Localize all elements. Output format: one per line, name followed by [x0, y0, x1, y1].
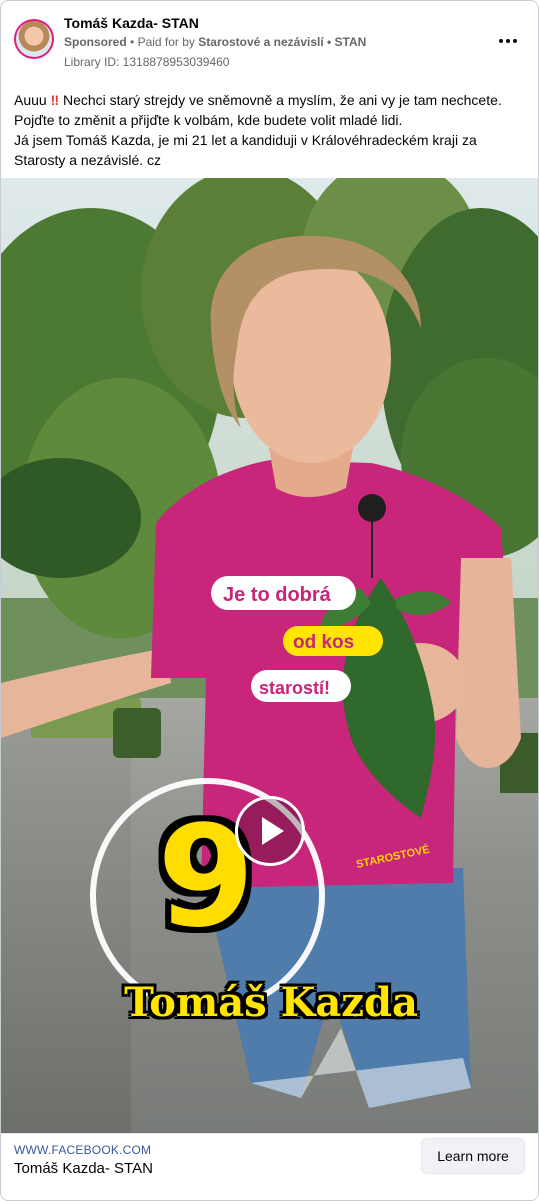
- meta-separator: •: [130, 35, 135, 49]
- sponsored-meta: Sponsored • Paid for by Starostové a nez…: [64, 35, 366, 49]
- payer-name[interactable]: Starostové a nezávislí • STAN: [198, 35, 366, 49]
- sponsored-label: Sponsored: [64, 35, 127, 49]
- ad-header: Tomáš Kazda- STAN Sponsored • Paid for b…: [1, 1, 538, 79]
- paid-for-by-label: Paid for by: [137, 35, 195, 49]
- shirt-text-1: Je to dobrá: [223, 584, 332, 606]
- post-line-3: Já jsem Tomáš Kazda, je mi 21 let a kand…: [14, 132, 477, 148]
- play-icon[interactable]: [235, 796, 305, 866]
- shirt-text-3: starostí!: [259, 678, 330, 698]
- page-name[interactable]: Tomáš Kazda- STAN: [64, 15, 199, 31]
- link-title: Tomáš Kazda- STAN: [14, 1160, 153, 1177]
- post-line-1: Auuu ‼ Nechci starý strejdy ve sněmovně …: [14, 92, 502, 108]
- shirt-text-2: od kos: [293, 632, 354, 653]
- library-id: Library ID: 1318878953039460: [64, 55, 230, 69]
- double-exclamation-icon: ‼: [50, 92, 60, 108]
- avatar[interactable]: [14, 19, 54, 59]
- post-line-4: Starosty a nezávislé. cz: [14, 152, 162, 168]
- video-caption-name: Tomáš Kazda: [124, 979, 418, 1026]
- learn-more-button[interactable]: Learn more: [421, 1138, 525, 1174]
- post-line-2: Pojďte to změnit a přijďte k volbám, kde…: [14, 112, 403, 128]
- video-thumbnail[interactable]: Je to dobrá od kos starostí! STAROSTOVÉ …: [1, 178, 538, 1133]
- more-options-icon[interactable]: [496, 29, 520, 53]
- link-domain: WWW.FACEBOOK.COM: [14, 1143, 152, 1157]
- link-footer[interactable]: WWW.FACEBOOK.COM Tomáš Kazda- STAN Learn…: [1, 1133, 538, 1200]
- post-text: Auuu ‼ Nechci starý strejdy ve sněmovně …: [14, 90, 529, 170]
- ad-card: Tomáš Kazda- STAN Sponsored • Paid for b…: [0, 0, 539, 1201]
